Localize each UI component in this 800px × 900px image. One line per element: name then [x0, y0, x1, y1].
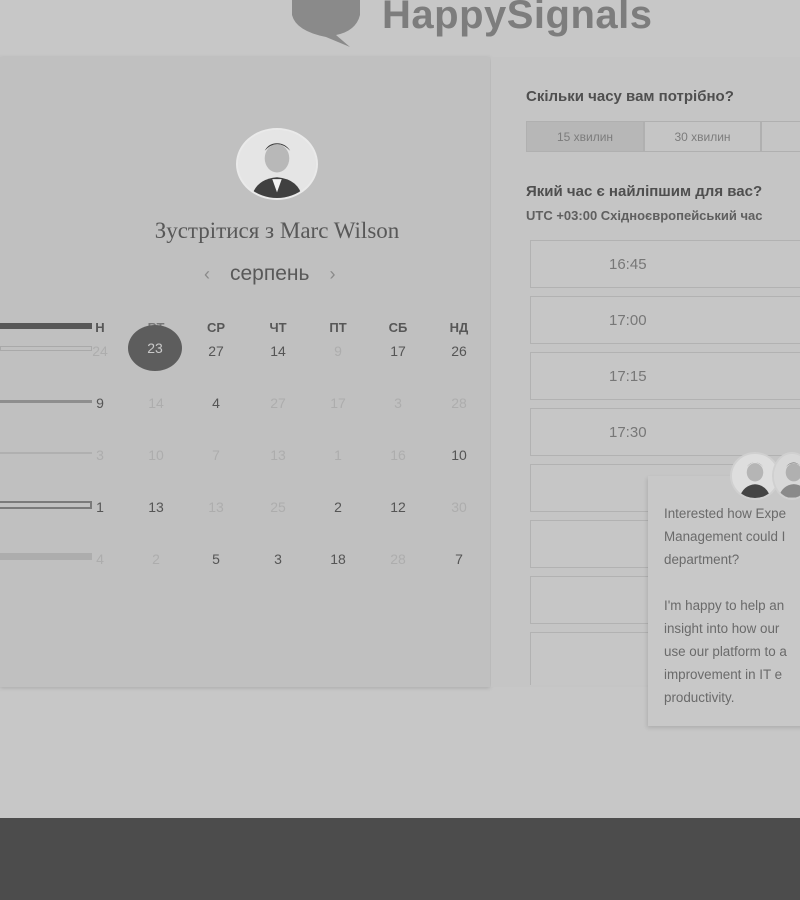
month-navigator: ‹ серпень ›	[200, 262, 339, 286]
calendar-day[interactable]: 18	[318, 551, 358, 567]
chat-message-line: I'm happy to help an	[664, 598, 785, 613]
duration-30-button[interactable]: 30 хвилин	[644, 121, 761, 152]
cut-off-bar	[0, 452, 92, 454]
calendar-day[interactable]: 9	[80, 395, 120, 411]
time-slot-label: 17:30	[609, 423, 647, 441]
calendar-day: 7	[212, 447, 220, 463]
meeting-title: Зустрітися з Marc Wilson	[154, 218, 400, 243]
chat-message-line: use our platform to a	[664, 644, 787, 659]
calendar-day[interactable]: 4	[196, 395, 236, 411]
calendar-day[interactable]: 10	[439, 447, 479, 463]
chat-message-line: insight into how our	[664, 621, 780, 636]
calendar-day: 27	[270, 395, 286, 411]
chevron-right-icon[interactable]: ›	[325, 264, 339, 285]
chevron-left-icon[interactable]: ‹	[200, 264, 214, 285]
weekday-header: Н	[95, 320, 105, 335]
time-slot-label: 17:15	[609, 367, 647, 385]
chat-message-line: Interested how Expe	[664, 506, 787, 521]
weekday-header: СР	[206, 320, 226, 335]
calendar-day: 30	[451, 499, 467, 515]
brand-name: HappySignals	[382, 0, 653, 37]
calendar-day: 10	[148, 447, 164, 463]
chat-message-line: Management could I	[664, 529, 786, 544]
duration-more-button[interactable]	[761, 121, 800, 152]
calendar-day: 3	[394, 395, 402, 411]
time-question: Який час є найліпшим для вас?	[526, 183, 763, 200]
calendar-day: 1	[334, 447, 342, 463]
cut-off-bar	[0, 553, 92, 560]
calendar-day[interactable]: 13	[136, 499, 176, 515]
calendar-day: 16	[390, 447, 406, 463]
cut-off-bar	[0, 400, 92, 403]
time-slot[interactable]: 17:15	[530, 352, 800, 400]
selected-day[interactable]: 23	[128, 325, 182, 371]
weekday-header: ПТ	[329, 320, 347, 335]
time-slot-label: 16:45	[609, 255, 647, 273]
calendar-day[interactable]: 27	[196, 343, 236, 359]
cut-off-bar	[0, 501, 92, 509]
duration-selector: 15 хвилин 30 хвилин	[526, 121, 800, 152]
time-slot[interactable]: 17:00	[530, 296, 800, 344]
calendar-day: 2	[152, 551, 160, 567]
chat-message-line: productivity.	[664, 690, 735, 705]
calendar-day[interactable]: 1	[80, 499, 120, 515]
brand-logo: HappySignals	[286, 0, 653, 50]
calendar-day: 24	[92, 343, 108, 359]
chat-message-line: department?	[664, 552, 740, 567]
calendar-day[interactable]: 7	[439, 551, 479, 567]
calendar-day[interactable]: 14	[258, 343, 298, 359]
time-slot[interactable]: 16:45	[530, 240, 800, 288]
host-avatar	[236, 128, 318, 200]
weekday-header: ЧТ	[269, 320, 287, 335]
calendar-day[interactable]: 5	[196, 551, 236, 567]
chat-popup[interactable]: Interested how Expe Management could I d…	[648, 476, 800, 726]
time-slot[interactable]: 17:30	[530, 408, 800, 456]
time-slot-label: 17:00	[609, 311, 647, 329]
chat-message-line: improvement in IT e	[664, 667, 783, 682]
speech-bubble-heart-icon	[286, 0, 366, 47]
duration-15-button[interactable]: 15 хвилин	[526, 121, 644, 152]
calendar-day[interactable]: 26	[439, 343, 479, 359]
calendar-day: 13	[270, 447, 286, 463]
calendar-day: 3	[96, 447, 104, 463]
calendar-day[interactable]: 17	[378, 343, 418, 359]
duration-question: Скільки часу вам потрібно?	[526, 88, 734, 105]
calendar-day[interactable]: 2	[318, 499, 358, 515]
calendar-day: 9	[334, 343, 342, 359]
calendar-day: 14	[148, 395, 164, 411]
timezone-label[interactable]: UTC +03:00 Східноєвропейський час	[526, 208, 763, 223]
weekday-header: НД	[449, 320, 469, 335]
cut-off-bar	[0, 323, 92, 329]
footer-bar	[0, 818, 800, 900]
calendar-day: 13	[208, 499, 224, 515]
calendar-day: 4	[96, 551, 104, 567]
weekday-header: СБ	[388, 320, 408, 335]
calendar-day: 28	[451, 395, 467, 411]
selected-day-label: 23	[147, 340, 163, 356]
calendar-day[interactable]: 3	[258, 551, 298, 567]
calendar-day: 17	[330, 395, 346, 411]
cut-off-bar	[0, 346, 92, 351]
calendar-day[interactable]: 12	[378, 499, 418, 515]
calendar-day: 28	[390, 551, 406, 567]
month-label: серпень	[230, 262, 310, 285]
calendar-day: 25	[270, 499, 286, 515]
